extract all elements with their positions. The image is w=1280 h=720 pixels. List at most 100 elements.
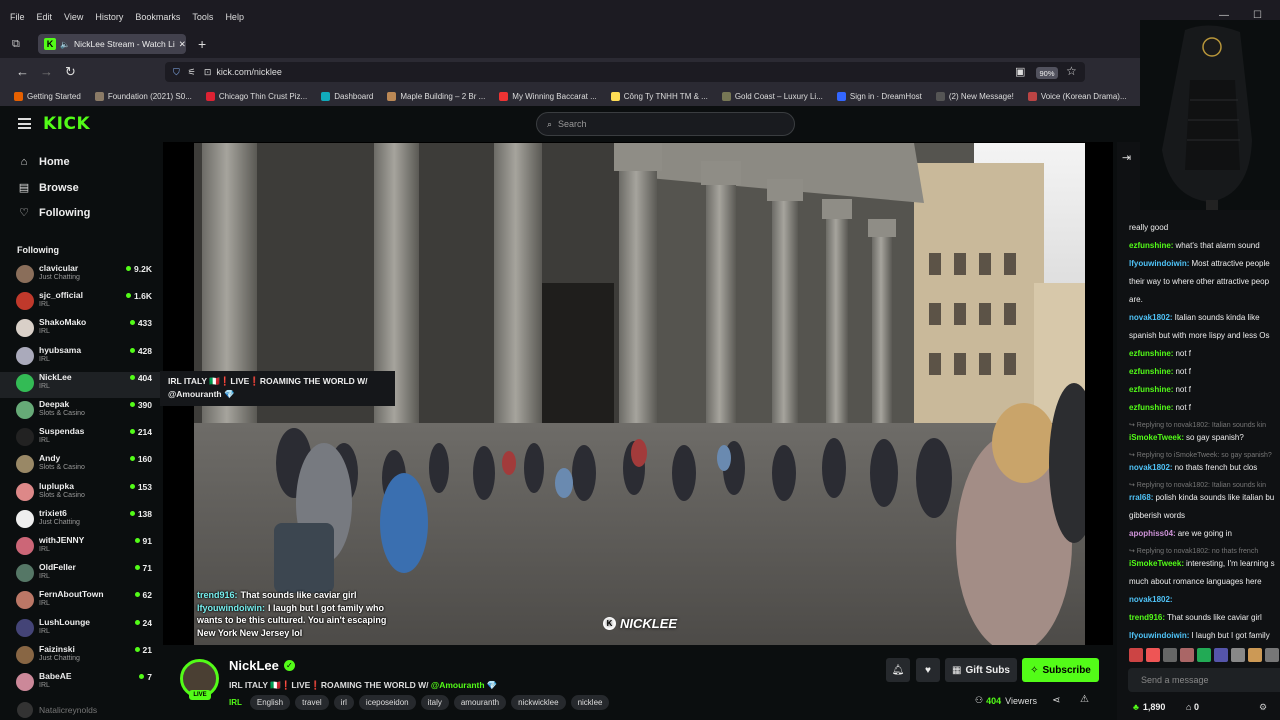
nav-following[interactable]: ♡ Following <box>17 206 90 220</box>
chat-username[interactable]: lfyouwindoiwin: <box>1129 259 1189 268</box>
chat-username[interactable]: ezfunshine: <box>1129 403 1173 412</box>
search-input[interactable]: ⌕ Search <box>536 112 795 136</box>
tag-italy[interactable]: italy <box>420 695 449 710</box>
tag-english[interactable]: English <box>249 695 291 710</box>
chat-username[interactable]: novak1802: <box>1129 463 1173 472</box>
bookmark-item[interactable]: Công Ty TNHH TM & ... <box>610 91 708 101</box>
offline-channel[interactable]: Natalicreynolds <box>17 702 97 718</box>
sidebar-channel-nicklee[interactable]: NickLee IRL 404 <box>0 371 160 398</box>
sidebar-channel-faizinski[interactable]: Faizinski Just Chatting 21 <box>0 644 160 670</box>
chat-username[interactable]: ezfunshine: <box>1129 241 1173 250</box>
sidebar-channel-suspendas[interactable]: Suspendas IRL 214 <box>0 426 160 452</box>
lock-icon[interactable]: ⊡ <box>204 67 212 78</box>
back-icon[interactable]: ← <box>16 64 29 79</box>
subscribe-button[interactable]: ✧ Subscribe <box>1022 658 1099 682</box>
reader-view-icon[interactable]: ▣ <box>1015 65 1025 78</box>
menu-item-file[interactable]: File <box>10 12 25 22</box>
gift-subs-button[interactable]: ▦ Gift Subs <box>945 658 1017 682</box>
bookmark-item[interactable]: Dashboard <box>321 91 373 101</box>
sidebar-channel-hyubsama[interactable]: hyubsama IRL 428 <box>0 345 160 371</box>
sidebar-channel-lushlounge[interactable]: LushLounge IRL 24 <box>0 617 160 643</box>
emote-icon[interactable] <box>1248 648 1262 662</box>
bookmark-item[interactable]: Voice (Korean Drama)... <box>1027 91 1127 101</box>
speaker-icon[interactable]: 🔈 <box>60 40 70 49</box>
sidebar-channel-clavicular[interactable]: clavicular Just Chatting 9.2K <box>0 263 160 289</box>
tag-amouranth[interactable]: amouranth <box>453 695 507 710</box>
tag-nickwicklee[interactable]: nickwicklee <box>511 695 566 710</box>
report-icon[interactable]: ⚠ <box>1080 694 1089 705</box>
sidebar-channel-oldfeller[interactable]: OldFeller IRL 71 <box>0 562 160 588</box>
reload-icon[interactable]: ↻ <box>65 64 76 80</box>
menu-item-edit[interactable]: Edit <box>37 12 53 22</box>
chat-username[interactable]: apophiss04: <box>1129 529 1176 538</box>
sidebar-channel-trixiet6[interactable]: trixiet6 Just Chatting 138 <box>0 508 160 534</box>
shield-icon[interactable]: ⛉ <box>173 67 180 78</box>
sidebar-channel-withjenny[interactable]: withJENNY IRL 91 <box>0 535 160 561</box>
bookmark-item[interactable]: (2) New Message! <box>935 91 1014 101</box>
menu-item-tools[interactable]: Tools <box>192 12 213 22</box>
bookmark-item[interactable]: Maple Building – 2 Br ... <box>387 91 485 101</box>
sidebar-channel-deepak[interactable]: Deepak Slots & Casino 390 <box>0 399 160 425</box>
chat-username[interactable]: trend916: <box>1129 613 1165 622</box>
chat-username[interactable]: lfyouwindoiwin: <box>1129 631 1189 640</box>
close-tab-icon[interactable]: ✕ <box>175 39 186 50</box>
bookmark-item[interactable]: Sign in · DreamHost <box>836 91 922 101</box>
chat-username[interactable]: rral68: <box>1129 493 1153 502</box>
menu-icon[interactable] <box>18 118 31 129</box>
emote-icon[interactable] <box>1231 648 1245 662</box>
zoom-level[interactable]: 90% <box>1036 67 1058 79</box>
nav-browse[interactable]: ▤ Browse <box>17 181 79 195</box>
sidebar-channel-sjc_official[interactable]: sjc_official IRL 1.6K <box>0 290 160 316</box>
chat-username[interactable]: ezfunshine: <box>1129 349 1173 358</box>
emote-icon[interactable] <box>1180 648 1194 662</box>
sidebar-channel-babeae[interactable]: BabeAE IRL 7 <box>0 671 160 697</box>
chat-username[interactable]: ezfunshine: <box>1129 367 1173 376</box>
tag-iceposeidon[interactable]: iceposeidon <box>358 695 416 710</box>
emote-icon[interactable] <box>1146 648 1160 662</box>
menu-item-help[interactable]: Help <box>225 12 244 22</box>
notification-bell-button[interactable]: 🔔︎ <box>886 658 910 682</box>
collapse-chat-icon[interactable]: ⇥ <box>1122 151 1131 164</box>
tag-nicklee[interactable]: nicklee <box>570 695 610 710</box>
menu-item-bookmarks[interactable]: Bookmarks <box>135 12 180 22</box>
gift-points[interactable]: ⌂ 0 <box>1186 702 1199 712</box>
emote-icon[interactable] <box>1197 648 1211 662</box>
emote-icon[interactable] <box>1265 648 1279 662</box>
streamer-name[interactable]: NickLee ✓ <box>229 658 295 673</box>
menu-item-history[interactable]: History <box>95 12 123 22</box>
emote-icon[interactable] <box>1163 648 1177 662</box>
chat-username[interactable]: iSmokeTweek: <box>1129 433 1184 442</box>
chat-username[interactable]: ezfunshine: <box>1129 385 1173 394</box>
tab-list-icon[interactable]: ⧉ <box>12 38 20 51</box>
sidebar-channel-andy[interactable]: Andy Slots & Casino 160 <box>0 453 160 479</box>
stream-category[interactable]: IRL <box>229 698 242 707</box>
bookmark-item[interactable]: My Winning Baccarat ... <box>499 91 597 101</box>
bookmark-item[interactable]: Gold Coast – Luxury Li... <box>721 91 823 101</box>
kick-logo[interactable]: KICK <box>43 114 90 134</box>
sidebar-channel-shakomako[interactable]: ShakoMako IRL 433 <box>0 317 160 343</box>
chat-settings-icon[interactable]: ⚙ <box>1259 702 1267 713</box>
chat-username[interactable]: iSmokeTweek: <box>1129 559 1184 568</box>
new-tab-icon[interactable]: + <box>198 36 206 52</box>
share-icon[interactable]: ⋖ <box>1052 695 1060 706</box>
stream-title-mention[interactable]: @Amouranth <box>431 680 485 690</box>
chat-input[interactable]: Send a message <box>1128 668 1280 692</box>
browser-tab[interactable]: K 🔈 NickLee Stream - Watch Li ✕ <box>38 34 186 54</box>
channel-points[interactable]: ♣ 1,890 <box>1133 702 1165 712</box>
menu-item-view[interactable]: View <box>64 12 83 22</box>
tag-travel[interactable]: travel <box>295 695 329 710</box>
forward-icon[interactable]: → <box>40 64 53 79</box>
permissions-icon[interactable]: ⚟ <box>188 67 196 78</box>
sidebar-channel-luplupka[interactable]: luplupka Slots & Casino 153 <box>0 481 160 507</box>
follow-heart-button[interactable]: ♥ <box>916 658 940 682</box>
tag-irl[interactable]: irl <box>333 695 354 710</box>
emote-icon[interactable] <box>1129 648 1143 662</box>
nav-home[interactable]: ⌂ Home <box>17 156 70 168</box>
url-bar[interactable]: ⛉ ⚟ ⊡ kick.com/nicklee <box>165 62 1085 82</box>
chat-username[interactable]: novak1802: <box>1129 595 1173 604</box>
bookmark-item[interactable]: Foundation (2021) S0... <box>94 91 192 101</box>
bookmark-star-icon[interactable]: ☆ <box>1066 64 1077 78</box>
bookmark-item[interactable]: Getting Started <box>14 91 81 101</box>
chat-username[interactable]: novak1802: <box>1129 313 1173 322</box>
sidebar-channel-fernabouttown[interactable]: FernAboutTown IRL 62 <box>0 589 160 615</box>
